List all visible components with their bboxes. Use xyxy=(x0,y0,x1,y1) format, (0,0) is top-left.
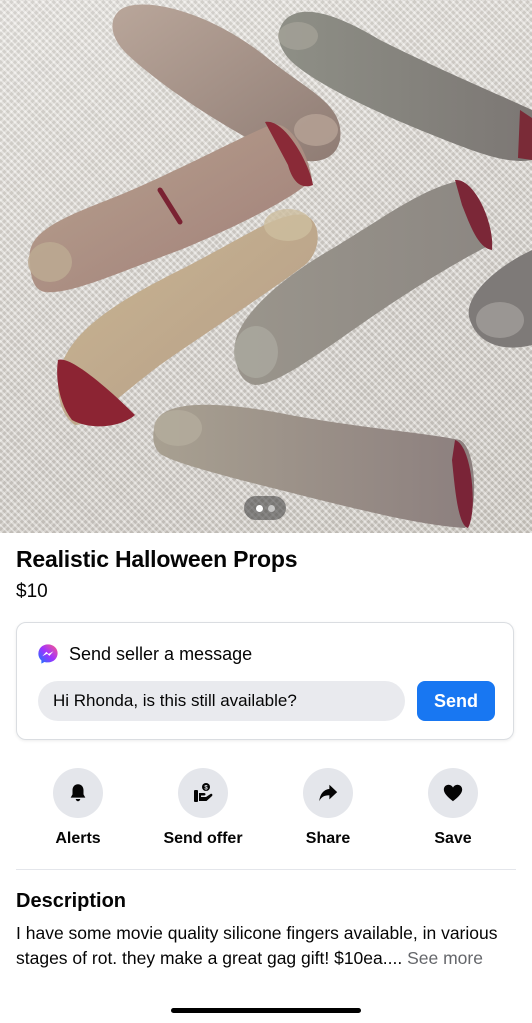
fingers-image xyxy=(28,4,532,528)
listing-photo[interactable] xyxy=(0,0,532,533)
description-heading: Description xyxy=(16,890,127,912)
alerts-button[interactable] xyxy=(53,768,103,818)
listing-title: Realistic Halloween Props xyxy=(16,546,298,572)
finger-7 xyxy=(153,404,475,528)
alerts-action[interactable]: Alerts xyxy=(23,768,133,848)
share-button[interactable] xyxy=(303,768,353,818)
send-offer-label: Send offer xyxy=(163,830,243,847)
description-text: I have some movie quality silicone finge… xyxy=(16,921,516,971)
message-header-label: Send seller a message xyxy=(69,643,253,664)
send-offer-button[interactable]: $ xyxy=(178,768,228,818)
send-button[interactable]: Send xyxy=(417,681,495,721)
divider xyxy=(16,869,516,870)
send-message-card: Send seller a message Send xyxy=(16,622,514,740)
message-input[interactable] xyxy=(38,681,405,721)
save-label: Save xyxy=(434,830,472,847)
save-button[interactable] xyxy=(428,768,478,818)
listing-price: $10 xyxy=(16,581,48,602)
finger-6 xyxy=(468,250,532,348)
share-label: Share xyxy=(305,830,351,847)
send-offer-action[interactable]: $ Send offer xyxy=(148,768,258,848)
home-indicator[interactable] xyxy=(171,1008,361,1013)
photo-pager[interactable] xyxy=(244,496,286,520)
share-icon xyxy=(319,784,338,802)
alerts-label: Alerts xyxy=(55,830,101,847)
save-action[interactable]: Save xyxy=(398,768,508,848)
heart-icon xyxy=(443,784,463,802)
action-bar: Alerts $ Send offer Share Save xyxy=(0,768,532,858)
pager-dot xyxy=(267,504,275,512)
messenger-icon xyxy=(38,644,58,664)
offer-icon: $ xyxy=(194,783,213,802)
message-header: Send seller a message xyxy=(37,643,252,665)
share-action[interactable]: Share xyxy=(273,768,383,848)
bell-icon xyxy=(70,784,86,802)
pager-dot-active xyxy=(255,504,263,512)
see-more-link[interactable]: See more xyxy=(407,948,483,968)
